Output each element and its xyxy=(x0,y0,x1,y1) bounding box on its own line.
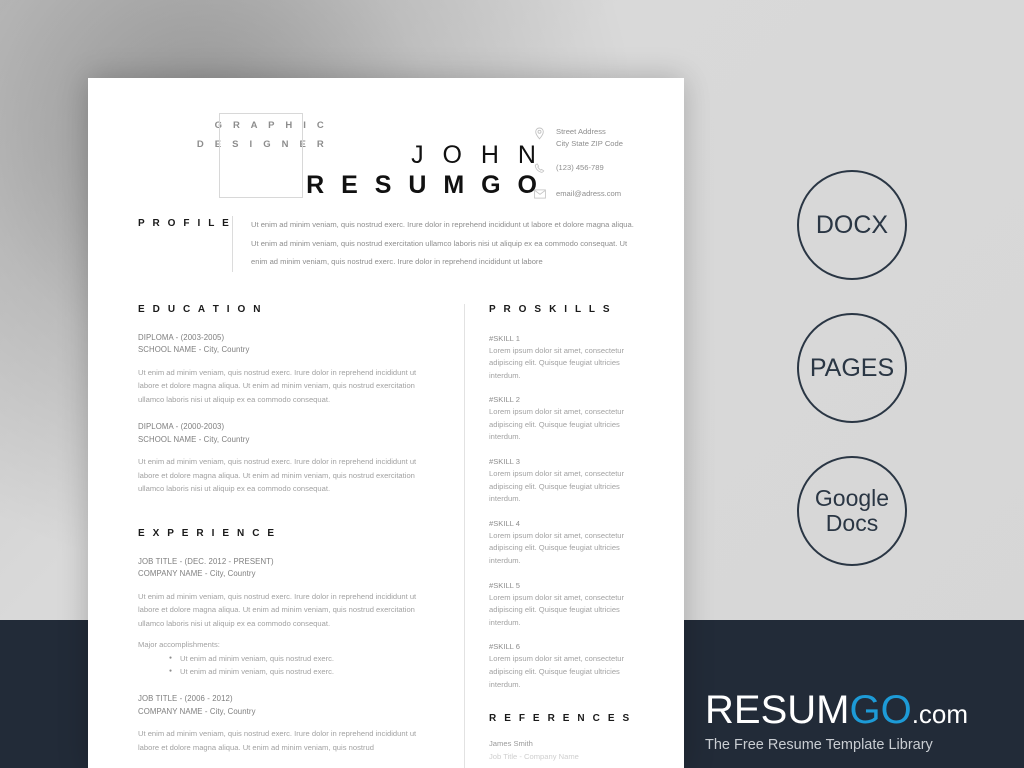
resume-header: G R A P H I C D E S I G N E R J O H N R … xyxy=(88,78,684,210)
education-title: DIPLOMA - (2000-2003) xyxy=(138,422,225,431)
contact-email: email@adress.com xyxy=(534,188,684,200)
skill-name: #SKILL 5 xyxy=(489,580,520,590)
logo-tagline: The Free Resume Template Library xyxy=(705,737,933,753)
company-name: COMPANY NAME - City, Country xyxy=(138,706,256,716)
experience-entry: JOB TITLE - (DEC. 2012 - PRESENT) COMPAN… xyxy=(138,556,434,679)
skill-item: #SKILL 3 Lorem ipsum dolor sit amet, con… xyxy=(489,455,634,506)
education-title: DIPLOMA - (2003-2005) xyxy=(138,332,225,342)
format-badge-label: PAGES xyxy=(809,354,895,382)
skill-description: Lorem ipsum dolor sit amet, consectetur … xyxy=(489,469,625,504)
education-description: Ut enim ad minim veniam, quis nostrud ex… xyxy=(138,457,417,493)
job-title: JOB TITLE - (DEC. 2012 - PRESENT) xyxy=(138,556,274,566)
reference-name: James Smith xyxy=(489,739,533,749)
format-badge-label: DOCX xyxy=(815,211,889,239)
education-heading: E D U C A T I O N xyxy=(138,303,264,315)
reference-title: Job Title - Company Name xyxy=(489,752,579,762)
profile-section: P R O F I L E Ut enim ad minim veniam, q… xyxy=(88,216,684,272)
skill-name: #SKILL 4 xyxy=(489,518,520,528)
skill-item: #SKILL 5 Lorem ipsum dolor sit amet, con… xyxy=(489,579,634,630)
experience-heading: E X P E R I E N C E xyxy=(138,527,277,539)
format-badge-pages[interactable]: PAGES xyxy=(797,313,907,423)
footer-band-left-extension xyxy=(0,620,88,768)
location-pin-icon xyxy=(534,126,556,140)
last-name: R E S U M G O xyxy=(306,171,542,199)
skill-name: #SKILL 2 xyxy=(489,395,520,405)
skill-item: #SKILL 4 Lorem ipsum dolor sit amet, con… xyxy=(489,517,634,568)
address-line-1: Street Address xyxy=(556,127,606,136)
accomplishments-list: Ut enim ad minim veniam, quis nostrud ex… xyxy=(138,652,434,678)
reference-item: James Smith Job Title - Company Name xyxy=(489,737,634,763)
contact-info: Street Address City State ZIP Code (123)… xyxy=(534,126,684,213)
contact-phone: (123) 456-789 xyxy=(534,162,684,175)
education-school: SCHOOL NAME - City, Country xyxy=(138,434,250,444)
job-title: JOB TITLE - (2006 - 2012) xyxy=(138,694,233,703)
contact-address: Street Address City State ZIP Code xyxy=(534,126,684,149)
skill-description: Lorem ipsum dolor sit amet, consectetur … xyxy=(489,592,625,627)
first-name: J O H N xyxy=(411,141,542,169)
skill-name: #SKILL 1 xyxy=(489,333,520,343)
email-address: email@adress.com xyxy=(556,189,622,198)
logo-wordmark: RESUMGO.com xyxy=(705,688,1005,736)
logo-text-resum: RESUM xyxy=(705,688,850,732)
skill-description: Lorem ipsum dolor sit amet, consectetur … xyxy=(489,654,625,689)
skill-name: #SKILL 3 xyxy=(489,457,520,467)
phone-icon xyxy=(534,162,556,175)
education-school: SCHOOL NAME - City, Country xyxy=(138,345,250,354)
left-column: E D U C A T I O N DIPLOMA - (2003-2005) … xyxy=(138,304,460,768)
skills-heading: P R O S K I L L S xyxy=(489,303,613,315)
experience-entry: JOB TITLE - (2006 - 2012) COMPANY NAME -… xyxy=(138,693,434,754)
skill-item: #SKILL 6 Lorem ipsum dolor sit amet, con… xyxy=(489,640,634,691)
resume-columns: E D U C A T I O N DIPLOMA - (2003-2005) … xyxy=(88,303,684,768)
education-description: Ut enim ad minim veniam, quis nostrud ex… xyxy=(138,367,417,404)
right-column: P R O S K I L L S #SKILL 1 Lorem ipsum d… xyxy=(464,303,634,768)
skill-description: Lorem ipsum dolor sit amet, consectetur … xyxy=(489,345,625,380)
resume-preview-page[interactable]: G R A P H I C D E S I G N E R J O H N R … xyxy=(88,78,684,768)
format-badge-docx[interactable]: DOCX xyxy=(797,170,907,280)
list-item: Ut enim ad minim veniam, quis nostrud ex… xyxy=(169,665,434,678)
logo-text-go: GO xyxy=(849,688,912,732)
format-badge-google-docs[interactable]: Google Docs xyxy=(797,456,907,566)
resumgo-logo[interactable]: RESUMGO.com The Free Resume Template Lib… xyxy=(705,688,1005,753)
education-entry: DIPLOMA - (2000-2003) SCHOOL NAME - City… xyxy=(138,421,434,496)
skill-item: #SKILL 1 Lorem ipsum dolor sit amet, con… xyxy=(489,332,634,383)
phone-number: (123) 456-789 xyxy=(556,163,604,172)
skill-item: #SKILL 2 Lorem ipsum dolor sit amet, con… xyxy=(489,393,634,444)
format-badge-label: Google Docs xyxy=(814,485,890,536)
skill-description: Lorem ipsum dolor sit amet, consectetur … xyxy=(489,530,625,566)
profile-heading: P R O F I L E xyxy=(138,218,232,229)
skill-name: #SKILL 6 xyxy=(489,642,520,652)
accomplishments-label: Major accomplishments: xyxy=(138,640,220,649)
references-heading: R E F E R E N C E S xyxy=(489,713,632,725)
job-description: Ut enim ad minim veniam, quis nostrud ex… xyxy=(138,729,417,752)
skill-description: Lorem ipsum dolor sit amet, consectetur … xyxy=(489,407,625,442)
company-name: COMPANY NAME - City, Country xyxy=(138,569,256,578)
logo-text-com: .com xyxy=(911,699,969,729)
candidate-name: J O H N R E S U M G O xyxy=(138,140,542,201)
address-line-2: City State ZIP Code xyxy=(556,138,623,148)
education-entry: DIPLOMA - (2003-2005) SCHOOL NAME - City… xyxy=(138,332,434,407)
job-description: Ut enim ad minim veniam, quis nostrud ex… xyxy=(138,591,417,628)
profile-text: Ut enim ad minim veniam, quis nostrud ex… xyxy=(232,216,634,272)
envelope-icon xyxy=(534,188,556,199)
list-item: Ut enim ad minim veniam, quis nostrud ex… xyxy=(169,652,434,665)
